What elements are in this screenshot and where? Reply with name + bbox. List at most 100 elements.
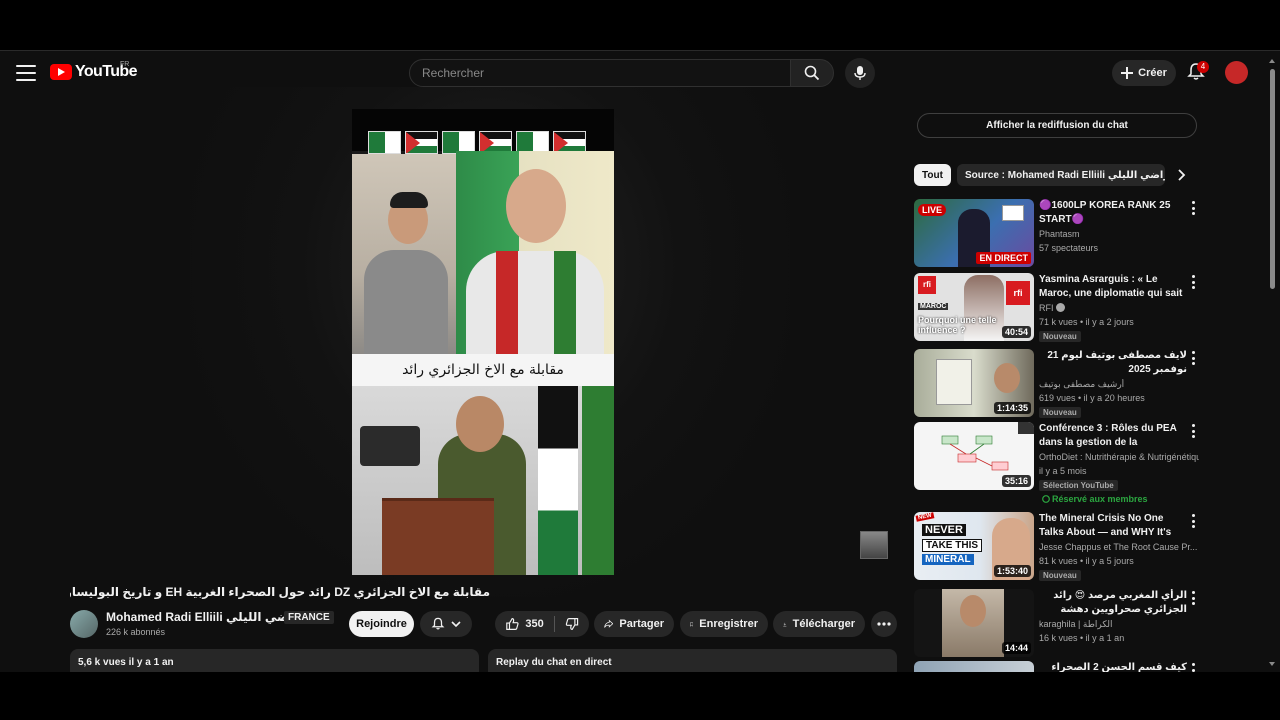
end-screen-avatar[interactable]: [860, 531, 888, 559]
recommendation-channel[interactable]: RFI: [1039, 303, 1199, 313]
flag-strip: [352, 109, 614, 154]
guest-video-panel: [352, 154, 456, 354]
recommendation-meta: 16 k vues • il y a 1 an: [1039, 633, 1125, 643]
youtube-app: YouTube FR Rechercher Créer 4 مقابلة مع …: [0, 50, 1280, 672]
recommendation-thumbnail[interactable]: 14:44: [914, 589, 1034, 657]
recommendation-channel[interactable]: Jesse Chappus et The Root Cause Pr...: [1039, 542, 1199, 552]
video-duration: 1:53:40: [993, 565, 1031, 577]
thumbnail-headline-3: MINERAL: [922, 554, 974, 565]
page-scrollbar[interactable]: [1268, 59, 1277, 672]
thumbs-down-icon[interactable]: [565, 616, 579, 632]
recommendation-thumbnail[interactable]: LIVE EN DIRECT: [914, 199, 1034, 267]
letterbox-top: [0, 0, 1280, 50]
more-options-icon[interactable]: [1190, 663, 1196, 672]
thumbnail-tag: MAROC: [918, 303, 949, 310]
guest-face: [960, 595, 986, 627]
recommendation-meta: il y a 5 mois: [1039, 466, 1087, 476]
join-button[interactable]: Rejoindre: [349, 611, 414, 637]
share-label: Partager: [619, 618, 664, 630]
new-badge: Nouveau: [1039, 570, 1081, 581]
download-button[interactable]: Télécharger: [773, 611, 865, 637]
chip-all[interactable]: Tout: [914, 164, 951, 186]
scroll-up-arrow-icon[interactable]: [1269, 59, 1275, 63]
channel-avatar[interactable]: [70, 610, 98, 638]
recommendation-title[interactable]: كيف قسم الحسن 2 الصحراء الغربية مع ...: [1039, 661, 1187, 672]
video-title: مقابلة مع الاخ الجزائري DZ رائد حول الصح…: [70, 585, 490, 599]
recommendation-channel[interactable]: أرشيف مصطفى بوتيف: [1039, 379, 1199, 390]
recommendation-title[interactable]: Yasmina Asrarguis : « Le Maroc, une dipl…: [1039, 273, 1187, 301]
account-avatar[interactable]: [1225, 61, 1248, 84]
host-video-panel: [456, 151, 614, 354]
create-button[interactable]: Créer: [1112, 60, 1176, 86]
scroll-thumb[interactable]: [1270, 69, 1275, 289]
more-options-icon[interactable]: [1190, 591, 1196, 605]
more-options-icon[interactable]: [1190, 275, 1196, 289]
rfi-logo-large: rfi: [1006, 281, 1030, 305]
more-options-icon[interactable]: [1190, 424, 1196, 438]
save-button[interactable]: Enregistrer: [680, 611, 768, 637]
recommendation-title[interactable]: الرأي المغربي مرصد 😍 رائد الجزائري صحراو…: [1039, 589, 1187, 617]
recommendation-thumbnail[interactable]: 35:16: [914, 422, 1034, 490]
recommendation-title[interactable]: لايف مصطفى بوتيف ليوم 21 نوفمبر 2025: [1039, 349, 1187, 377]
video-frame[interactable]: مقابلة مع الاخ الجزائري رائد: [352, 109, 614, 575]
create-label: Créer: [1138, 67, 1167, 79]
recommendation-meta: 619 vues • il y a 20 heures: [1039, 393, 1145, 403]
search-button[interactable]: [790, 59, 834, 87]
share-button[interactable]: Partager: [594, 611, 674, 637]
channel-country-badge: FRANCE: [284, 611, 334, 624]
recommendation-thumbnail[interactable]: NEW NEVER TAKE THIS MINERAL 1:53:40: [914, 512, 1034, 580]
video-caption: مقابلة مع الاخ الجزائري رائد: [402, 362, 564, 378]
chevron-right-icon: [1178, 169, 1186, 181]
description-box[interactable]: 5,6 k vues il y a 1 an: [70, 649, 479, 672]
live-tag: LIVE: [918, 204, 947, 216]
members-text: Réservé aux membres: [1052, 494, 1148, 504]
menu-icon[interactable]: [16, 65, 36, 81]
recommendation-title[interactable]: 🟣1600LP KOREA RANK 25 START🟣: [1039, 199, 1187, 227]
chevron-down-icon: [451, 621, 461, 628]
recommendation-item[interactable]: NEW NEVER TAKE THIS MINERAL 1:53:40 The …: [914, 512, 1204, 581]
recommendation-channel[interactable]: Phantasm: [1039, 229, 1199, 239]
flag-icon: [538, 386, 578, 575]
recommendation-item[interactable]: 35:16 Conférence 3 : Rôles du PEA dans l…: [914, 422, 1204, 508]
speaker-face: [456, 396, 504, 452]
like-count[interactable]: 350: [525, 618, 543, 630]
slide-screen: [936, 359, 972, 405]
notification-count-badge: 4: [1197, 61, 1209, 73]
more-options-icon[interactable]: [1190, 201, 1196, 215]
recommendation-channel[interactable]: OrthoDiet : Nutrithérapie & Nutrigénétiq…: [1039, 452, 1199, 462]
more-options-icon[interactable]: [1190, 514, 1196, 528]
recommendation-thumbnail[interactable]: rfi rfi MAROC Pourquoi une telle influen…: [914, 273, 1034, 341]
new-badge: Nouveau: [1039, 407, 1081, 418]
recommendation-item[interactable]: 1:14:35 لايف مصطفى بوتيف ليوم 21 نوفمبر …: [914, 349, 1204, 418]
voice-search-button[interactable]: [845, 58, 875, 88]
host-face: [506, 169, 566, 243]
chip-source[interactable]: Source : Mohamed Radi Elliili محمد راضي …: [957, 164, 1165, 186]
thumbs-up-icon[interactable]: [505, 616, 519, 632]
video-duration: 35:16: [1001, 475, 1031, 487]
search-input[interactable]: Rechercher: [409, 59, 791, 87]
recommendation-item[interactable]: rfi rfi MAROC Pourquoi une telle influen…: [914, 273, 1204, 342]
more-options-icon[interactable]: [1190, 351, 1196, 365]
scroll-down-arrow-icon[interactable]: [1269, 662, 1275, 666]
recommendation-item[interactable]: كيف قسم الحسن 2 الصحراء الغربية مع ...: [914, 661, 1204, 672]
video-duration: 40:54: [1001, 326, 1031, 338]
plus-icon: [1121, 67, 1134, 79]
search-icon: [804, 65, 820, 81]
subscription-bell-button[interactable]: [420, 611, 472, 637]
recommendation-title[interactable]: Conférence 3 : Rôles du PEA dans la gest…: [1039, 422, 1187, 450]
recommendation-meta: 81 k vues • il y a 5 jours: [1039, 556, 1134, 566]
recommendation-item[interactable]: LIVE EN DIRECT 🟣1600LP KOREA RANK 25 STA…: [914, 199, 1204, 267]
recommendation-channel[interactable]: karaghila | الكراطة: [1039, 619, 1199, 630]
recommendation-title[interactable]: The Mineral Crisis No One Talks About — …: [1039, 512, 1187, 540]
show-chat-replay-button[interactable]: Afficher la rediffusion du chat: [917, 113, 1197, 138]
chat-replay-panel[interactable]: Replay du chat en direct: [488, 649, 897, 672]
thumbnail-headline-2: TAKE THIS: [922, 539, 983, 552]
chip-next-button[interactable]: [1172, 166, 1190, 184]
recommendation-item[interactable]: 14:44 الرأي المغربي مرصد 😍 رائد الجزائري…: [914, 589, 1204, 657]
youtube-logo[interactable]: YouTube FR: [50, 61, 137, 81]
more-actions-button[interactable]: [871, 611, 897, 637]
recommendation-thumbnail[interactable]: 1:14:35: [914, 349, 1034, 417]
like-dislike-group: 350: [495, 611, 589, 637]
host-scarf-left: [496, 251, 518, 354]
recommendation-thumbnail[interactable]: [914, 661, 1034, 672]
